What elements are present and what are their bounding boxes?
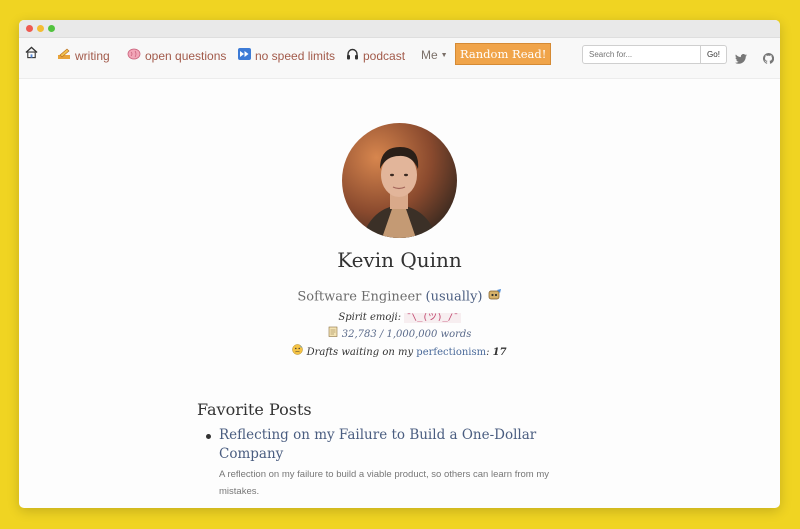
nav-no-speed-limits-label: no speed limits [255,48,336,63]
memo-icon [328,326,342,340]
pencil-icon [57,48,71,63]
caret-down-icon: ▼ [440,51,448,59]
favorite-posts-heading: Favorite Posts [197,400,312,419]
nav-podcast[interactable]: podcast [346,48,405,63]
profile-name: Kevin Quinn [337,248,462,272]
fast-forward-icon [238,48,251,63]
spirit-emoji: ¯\_(ツ)_/¯ [404,313,461,323]
maximize-window-button[interactable] [48,25,55,32]
word-count-line: 32,783 / 1,000,000 words [19,326,780,340]
browser-window: writing open questions no speed limits p… [19,20,780,508]
search-input[interactable] [582,45,701,64]
nav-open-questions[interactable]: open questions [127,48,226,63]
top-navbar: writing open questions no speed limits p… [19,38,780,79]
perfectionism-link[interactable]: perfectionism [416,347,486,358]
list-item: Reflecting on my Failure to Build a One-… [206,426,579,500]
minimize-window-button[interactable] [37,25,44,32]
twitter-icon[interactable] [735,51,747,69]
random-read-button[interactable]: Random Read! [455,43,552,65]
nav-writing-label: writing [75,48,110,63]
profile-avatar [342,123,457,238]
github-icon[interactable] [762,51,775,69]
close-window-button[interactable] [26,25,33,32]
nav-me-label: Me [421,48,438,62]
spirit-label: Spirit emoji: [338,312,402,323]
profile-title: Software Engineer [297,289,422,305]
anxious-face-icon [292,344,306,358]
robot-icon [487,288,502,306]
drafts-count: 17 [492,347,507,358]
profile-tagline: Software Engineer (usually) [19,288,780,306]
window-titlebar [19,20,780,38]
word-count: 32,783 / 1,000,000 words [341,329,472,340]
profile-title-suffix[interactable]: (usually) [426,290,483,305]
spirit-emoji-line: Spirit emoji: ¯\_(ツ)_/¯ [19,310,780,323]
list-bullet [206,434,211,439]
drafts-line: Drafts waiting on my perfectionism: 17 [19,344,780,358]
nav-me-dropdown[interactable]: Me ▼ [421,48,448,62]
search-go-button[interactable]: Go! [701,45,727,64]
home-icon[interactable] [25,46,38,59]
nav-open-questions-label: open questions [145,48,227,63]
brain-icon [127,48,141,63]
nav-no-speed-limits[interactable]: no speed limits [238,48,335,63]
headphones-icon [346,48,359,63]
nav-writing[interactable]: writing [57,48,110,63]
drafts-prefix: Drafts waiting on my [306,347,414,358]
post-description: A reflection on my failure to build a vi… [219,469,550,497]
nav-podcast-label: podcast [363,48,406,63]
post-title-link[interactable]: Reflecting on my Failure to Build a One-… [219,426,579,464]
